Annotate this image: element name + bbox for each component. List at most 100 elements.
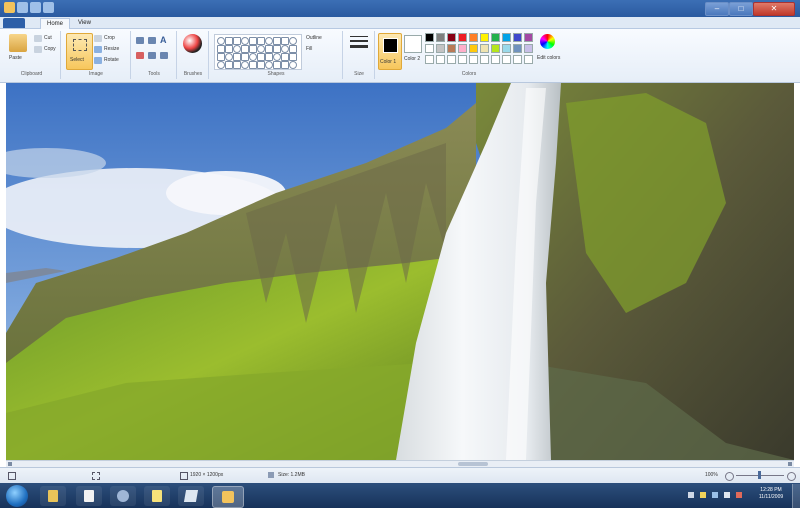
shape-icon[interactable] (225, 45, 233, 53)
tray-network-icon[interactable] (712, 492, 718, 498)
color2-swatch[interactable] (404, 35, 422, 53)
tray-arrow-icon[interactable] (688, 492, 694, 498)
shape-icon[interactable] (241, 53, 249, 61)
tray-volume-icon[interactable] (724, 492, 730, 498)
resize-button[interactable]: Resize (104, 46, 119, 52)
shape-icon[interactable] (273, 61, 281, 69)
size-line-thick-icon[interactable] (350, 45, 368, 48)
show-desktop-button[interactable] (792, 484, 800, 508)
copy-button[interactable]: Copy (44, 46, 56, 52)
fill-dropdown[interactable]: Fill (306, 46, 312, 52)
redo-quick-icon[interactable] (43, 2, 54, 13)
outline-dropdown[interactable]: Outline (306, 35, 322, 41)
shape-icon[interactable] (265, 37, 273, 45)
shape-icon[interactable] (249, 53, 257, 61)
shape-icon[interactable] (265, 53, 273, 61)
undo-quick-icon[interactable] (30, 2, 41, 13)
palette-swatch[interactable] (458, 55, 467, 64)
shape-icon[interactable] (217, 53, 225, 61)
tab-view[interactable]: View (72, 18, 97, 28)
shape-icon[interactable] (217, 37, 225, 45)
palette-swatch[interactable] (524, 33, 533, 42)
pencil-icon[interactable] (136, 37, 144, 44)
size-line-medium-icon[interactable] (350, 40, 368, 42)
zoom-out-icon[interactable] (725, 472, 734, 481)
palette-swatch[interactable] (502, 55, 511, 64)
palette-swatch[interactable] (469, 55, 478, 64)
palette-swatch[interactable] (436, 55, 445, 64)
scrollbar-thumb[interactable] (458, 462, 488, 466)
shape-icon[interactable] (281, 37, 289, 45)
shape-icon[interactable] (289, 45, 297, 53)
shape-icon[interactable] (217, 45, 225, 53)
palette-swatch[interactable] (458, 33, 467, 42)
shape-icon[interactable] (257, 45, 265, 53)
palette-swatch[interactable] (524, 55, 533, 64)
palette-swatch[interactable] (513, 55, 522, 64)
rotate-button[interactable]: Rotate (104, 57, 119, 63)
palette-swatch[interactable] (502, 44, 511, 53)
cut-icon[interactable] (34, 35, 42, 42)
shape-icon[interactable] (265, 61, 273, 69)
shape-icon[interactable] (257, 37, 265, 45)
horizontal-scrollbar[interactable] (6, 460, 794, 467)
shape-icon[interactable] (281, 61, 289, 69)
tray-clock[interactable]: 12:28 PM 11/11/2009 (756, 487, 786, 501)
maximize-button[interactable]: □ (729, 2, 753, 16)
shape-icon[interactable] (249, 61, 257, 69)
palette-swatch[interactable] (491, 44, 500, 53)
text-tool-icon[interactable]: A (160, 35, 167, 45)
color-picker-icon[interactable] (148, 52, 156, 59)
shape-icon[interactable] (289, 37, 297, 45)
shape-icon[interactable] (273, 45, 281, 53)
shape-icon[interactable] (289, 53, 297, 61)
crop-button[interactable]: Crop (104, 35, 115, 41)
shape-icon[interactable] (225, 37, 233, 45)
palette-swatch[interactable] (425, 33, 434, 42)
select-button[interactable]: Select (66, 33, 93, 70)
shape-icon[interactable] (249, 45, 257, 53)
scroll-right-arrow-icon[interactable] (788, 462, 792, 466)
shape-icon[interactable] (225, 53, 233, 61)
magnifier-icon[interactable] (160, 52, 168, 59)
tab-home[interactable]: Home (40, 18, 71, 29)
palette-swatch[interactable] (491, 55, 500, 64)
resize-icon[interactable] (94, 46, 102, 53)
cut-button[interactable]: Cut (44, 35, 52, 41)
shape-icon[interactable] (241, 37, 249, 45)
palette-swatch[interactable] (447, 44, 456, 53)
taskbar-document[interactable] (76, 486, 102, 506)
shape-icon[interactable] (233, 45, 241, 53)
fill-bucket-icon[interactable] (148, 37, 156, 44)
taskbar-media[interactable] (110, 486, 136, 506)
palette-swatch[interactable] (447, 33, 456, 42)
minimize-button[interactable]: – (705, 2, 729, 16)
brushes-icon[interactable] (183, 34, 202, 53)
shape-icon[interactable] (281, 53, 289, 61)
tray-notification-icon[interactable] (700, 492, 706, 498)
shape-icon[interactable] (273, 37, 281, 45)
palette-swatch[interactable] (469, 33, 478, 42)
start-button[interactable] (6, 485, 28, 507)
eraser-icon[interactable] (136, 52, 144, 59)
shape-icon[interactable] (289, 61, 297, 69)
taskbar-explorer[interactable] (40, 486, 66, 506)
taskbar-notes[interactable] (144, 486, 170, 506)
shape-icon[interactable] (233, 61, 241, 69)
drawing-canvas[interactable] (6, 83, 794, 460)
palette-swatch[interactable] (480, 55, 489, 64)
shape-icon[interactable] (217, 61, 225, 69)
shape-icon[interactable] (233, 37, 241, 45)
palette-swatch[interactable] (425, 44, 434, 53)
copy-icon[interactable] (34, 46, 42, 53)
palette-swatch[interactable] (436, 44, 445, 53)
zoom-in-icon[interactable] (787, 472, 796, 481)
shape-icon[interactable] (281, 45, 289, 53)
paint-app-icon[interactable] (4, 2, 15, 13)
shape-icon[interactable] (265, 45, 273, 53)
rotate-icon[interactable] (94, 57, 102, 64)
shape-icon[interactable] (241, 45, 249, 53)
edit-colors-button[interactable]: Edit colors (537, 55, 560, 61)
palette-swatch[interactable] (502, 33, 511, 42)
taskbar-paint[interactable] (212, 486, 244, 508)
